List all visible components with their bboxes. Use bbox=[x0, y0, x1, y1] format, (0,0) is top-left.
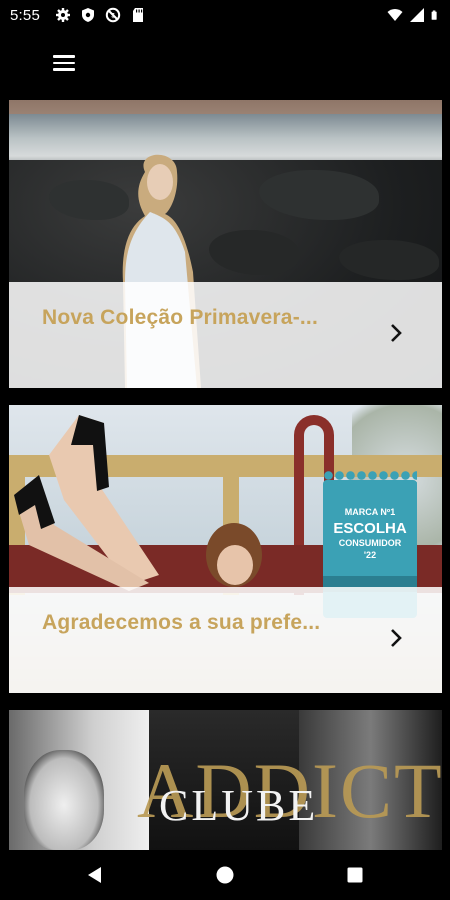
card-image-text: CLUBE bbox=[159, 781, 319, 830]
card-title: Agradecemos a sua prefe... bbox=[42, 611, 321, 634]
wifi-icon bbox=[387, 9, 403, 21]
card-title: Nova Coleção Primavera-... bbox=[42, 306, 318, 329]
battery-icon bbox=[431, 10, 437, 20]
card-caption-overlay: Agradecemos a sua prefe... bbox=[9, 587, 442, 693]
collection-card-spring[interactable]: Nova Coleção Primavera-... bbox=[9, 100, 442, 388]
menu-line bbox=[53, 61, 75, 65]
card-caption-overlay: Nova Coleção Primavera-... bbox=[9, 282, 442, 388]
back-triangle-icon[interactable] bbox=[84, 864, 106, 886]
thank-you-card[interactable]: MARCA Nº1 ESCOLHA CONSUMIDOR '22 Agradec… bbox=[9, 405, 442, 693]
card-image-addict-club: ADDICT CLUBE bbox=[9, 710, 442, 850]
badge-text: MARCA Nº1 bbox=[344, 507, 396, 517]
badge-text: CONSUMIDOR bbox=[338, 538, 402, 548]
badge-text: '22 bbox=[363, 550, 377, 560]
status-notification-icons: $ bbox=[55, 6, 146, 24]
addict-club-card[interactable]: ADDICT CLUBE bbox=[9, 710, 442, 850]
chevron-right-icon[interactable] bbox=[388, 627, 404, 649]
shield-icon bbox=[82, 8, 94, 22]
app-bar bbox=[0, 30, 450, 98]
menu-line bbox=[53, 55, 75, 58]
status-bar: 5:55 $ bbox=[0, 0, 450, 30]
menu-line bbox=[53, 68, 75, 71]
badge-text: ESCOLHA bbox=[333, 520, 407, 537]
sd-card-icon bbox=[133, 8, 143, 22]
home-circle-icon[interactable] bbox=[214, 864, 236, 886]
system-navigation-bar bbox=[0, 850, 450, 900]
model-portrait bbox=[24, 750, 104, 850]
chevron-right-icon[interactable] bbox=[388, 322, 404, 344]
hamburger-menu-icon[interactable] bbox=[48, 48, 80, 78]
model-figure bbox=[14, 415, 262, 591]
status-time: 5:55 bbox=[10, 7, 40, 24]
signal-icon bbox=[410, 8, 424, 22]
recents-square-icon[interactable] bbox=[344, 864, 366, 886]
blocked-icon: $ bbox=[105, 7, 121, 23]
status-system-icons bbox=[387, 6, 441, 24]
gear-icon bbox=[56, 8, 70, 22]
